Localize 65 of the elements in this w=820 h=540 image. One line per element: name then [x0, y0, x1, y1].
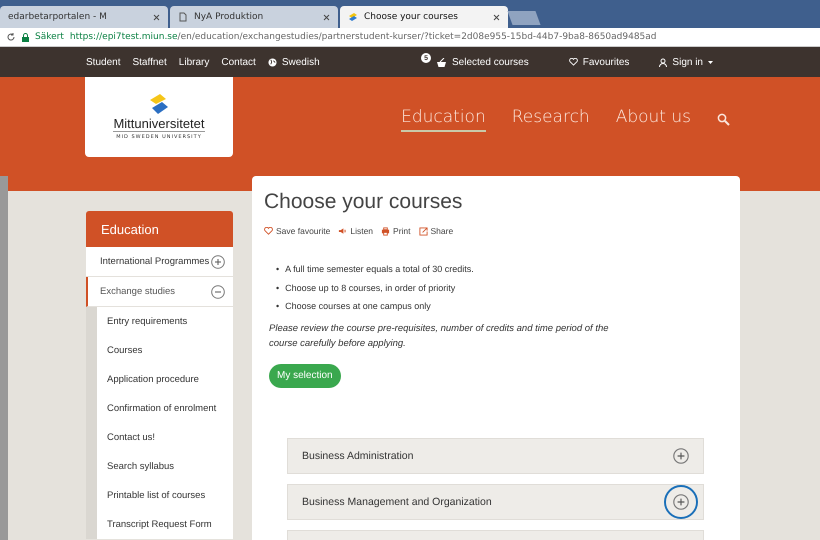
globe-icon	[268, 58, 277, 66]
expand-icon[interactable]	[673, 494, 689, 510]
browser-tab[interactable]: edarbetarportalen - M	[0, 6, 168, 28]
browser-tab[interactable]: NyA Produktion	[170, 6, 338, 28]
main-menu-item[interactable]: Research	[512, 106, 590, 132]
info-bullet: Choose courses at one campus only	[285, 300, 431, 313]
lock-icon	[22, 32, 29, 42]
selected-courses-link[interactable]: Selected courses	[452, 56, 529, 68]
sign-in-link[interactable]: Sign in	[672, 56, 703, 68]
info-bullet: Choose up to 8 courses, in order of priority	[285, 282, 456, 295]
sidebar-subitem[interactable]: Printable list of courses	[97, 481, 233, 510]
page-icon	[178, 12, 188, 22]
browser-tab[interactable]: Choose your courses	[340, 6, 508, 28]
sidebar-subitem[interactable]: Transcript Request Form	[97, 510, 233, 539]
new-tab-button[interactable]	[507, 11, 541, 25]
page-title: Choose your courses	[264, 190, 464, 214]
logo-icon	[148, 94, 170, 114]
language-link[interactable]: Swedish	[282, 56, 320, 68]
bullet-marker: •	[276, 263, 280, 276]
info-bullet: A full time semester equals a total of 30 credits.	[285, 263, 474, 276]
subject-row[interactable]: Business Management and Organization	[287, 484, 704, 520]
heart-icon	[264, 226, 273, 236]
sidebar-subitem[interactable]: Entry requirements	[97, 307, 233, 336]
close-icon[interactable]	[323, 14, 330, 20]
action-link[interactable]: Listen	[350, 226, 374, 236]
top-nav-link[interactable]: Library	[178, 56, 210, 68]
expand-icon[interactable]	[211, 254, 225, 268]
basket-icon	[436, 58, 448, 66]
bullet-marker: •	[276, 282, 280, 294]
sidebar-item[interactable]: Exchange studies	[86, 277, 233, 307]
collapse-icon[interactable]	[211, 284, 225, 298]
printer-icon	[381, 226, 390, 236]
close-icon[interactable]	[493, 14, 500, 20]
top-nav-link[interactable]: Staffnet	[132, 56, 167, 68]
sidebar-subitem[interactable]: Contact us!	[97, 423, 233, 452]
sidebar-title: Education	[86, 211, 233, 247]
action-link[interactable]: Save favourite	[276, 226, 330, 236]
caret-icon	[708, 60, 713, 64]
action-link[interactable]: Print	[393, 226, 411, 236]
person-icon	[659, 58, 668, 66]
secure-label: Säkert	[35, 32, 64, 42]
action-link[interactable]: Share	[430, 226, 454, 236]
share-icon	[418, 226, 428, 236]
speaker-icon	[338, 226, 348, 236]
expand-icon[interactable]	[673, 448, 689, 464]
sidebar-item[interactable]: International Programmes	[86, 247, 233, 277]
reload-icon[interactable]	[6, 32, 16, 42]
main-menu-item[interactable]: Education	[401, 106, 486, 132]
subject-row[interactable]: Business Administration	[287, 438, 704, 474]
sidebar-subitem[interactable]: Courses	[97, 336, 233, 365]
heart-icon	[568, 58, 578, 66]
note-text: Please review the course pre-requisites, number of credits and time period of the course carefully before applying.	[269, 322, 610, 350]
logo-icon	[348, 12, 358, 22]
top-nav-link[interactable]: Student	[86, 56, 120, 68]
search-icon[interactable]	[717, 112, 730, 126]
top-nav-link[interactable]: Contact	[221, 56, 256, 68]
bullet-marker: •	[276, 300, 280, 313]
address-url[interactable]: https://epi7test.miun.se/en/education/exchangestudies/partnerstudent-kurser/?ticket=2d08e955-15bd-44b7-9ba8-8650ad9485ad	[70, 32, 657, 42]
sidebar-subitem[interactable]: Search syllabus	[97, 452, 233, 481]
main-menu-item[interactable]: About us	[616, 106, 691, 132]
close-icon[interactable]	[153, 14, 160, 20]
logo-name: Mittuniversitetet	[113, 116, 205, 132]
favourites-link[interactable]: Favourites	[582, 56, 630, 68]
sidebar-subitem[interactable]: Application procedure	[97, 365, 233, 394]
sidebar-subitem[interactable]: Confirmation of enrolment	[97, 394, 233, 423]
